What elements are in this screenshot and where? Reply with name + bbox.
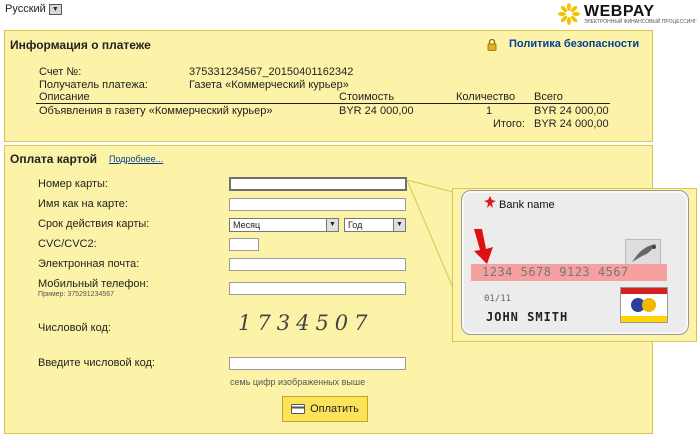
- recipient-value: Газета «Коммерческий курьер»: [189, 79, 349, 91]
- name-on-card-input[interactable]: [229, 198, 406, 211]
- grand-total-label: Итого:: [493, 118, 525, 130]
- webpay-logo: WEBPAY ЭЛЕКТРОННЫЙ ФИНАНСОВЫЙ ПРОЦЕССИНГ: [558, 2, 698, 28]
- captcha-input-label: Введите числовой код:: [38, 357, 155, 369]
- expiry-label: Срок действия карты:: [38, 218, 150, 230]
- card-expiry-example: 01/11: [484, 294, 512, 304]
- email-label: Электронная почта:: [38, 258, 140, 270]
- row-description: Объявления в газету «Коммерческий курьер…: [39, 105, 273, 117]
- lock-icon: [487, 38, 497, 51]
- payment-system-logo: [620, 287, 668, 323]
- language-selector[interactable]: Русский ▼: [5, 3, 62, 15]
- brand-tagline: ЭЛЕКТРОННЫЙ ФИНАНСОВЫЙ ПРОЦЕССИНГ: [584, 19, 697, 25]
- hologram-icon: [625, 239, 661, 265]
- recipient-label: Получатель платежа:: [39, 79, 148, 91]
- chevron-down-icon[interactable]: ▼: [326, 219, 338, 231]
- row-quantity: 1: [486, 105, 493, 117]
- more-info-link[interactable]: Подробнее...: [109, 154, 163, 164]
- card-holder-example: JOHN SMITH: [486, 310, 569, 324]
- cvc-label: CVC/CVC2:: [38, 238, 97, 250]
- arrow-down-icon: [474, 229, 493, 264]
- row-total: BYR 24 000,00: [534, 105, 609, 117]
- security-policy-link[interactable]: Политика безопасности: [509, 38, 639, 50]
- callout-pointer: [406, 179, 454, 289]
- pay-button-label: Оплатить: [310, 403, 359, 415]
- month-selected: Месяц: [233, 220, 261, 230]
- row-price: BYR 24 000,00: [339, 105, 414, 117]
- captcha-image: 1734507: [238, 311, 374, 335]
- phone-label: Мобильный телефон:: [38, 278, 149, 290]
- card-bank-name: Bank name: [499, 199, 555, 211]
- column-header-price: Стоимость: [339, 91, 395, 103]
- column-header-description: Описание: [39, 91, 90, 103]
- chevron-down-icon[interactable]: ▼: [48, 3, 62, 15]
- sun-icon: [558, 3, 580, 25]
- captcha-hint: семь цифр изображенных выше: [230, 377, 366, 387]
- card-number-input[interactable]: [229, 177, 407, 191]
- email-input[interactable]: [229, 258, 406, 271]
- cvc-input[interactable]: [229, 238, 259, 251]
- table-header-divider: [36, 103, 610, 104]
- card-icon: [291, 404, 306, 414]
- phone-hint: Пример: 375291234567: [38, 291, 115, 298]
- expiry-year-select[interactable]: Год ▼: [344, 218, 406, 232]
- captcha-input[interactable]: [229, 357, 406, 370]
- language-label: Русский: [5, 3, 46, 15]
- account-label: Счет №:: [39, 66, 82, 78]
- payment-info-title: Информация о платеже: [10, 38, 151, 52]
- card-number-example: 1234 5678 9123 4567: [482, 265, 629, 279]
- card-payment-title: Оплата картой: [10, 152, 98, 166]
- expiry-month-select[interactable]: Месяц ▼: [229, 218, 339, 232]
- bank-logo-icon: [484, 196, 496, 208]
- pay-button[interactable]: Оплатить: [282, 396, 368, 422]
- year-selected: Год: [348, 220, 363, 230]
- account-value: 375331234567_20150401162342: [189, 66, 354, 78]
- column-header-total: Всего: [534, 91, 563, 103]
- name-on-card-label: Имя как на карте:: [38, 198, 128, 210]
- card-number-label: Номер карты:: [38, 178, 108, 190]
- phone-input[interactable]: [229, 282, 406, 295]
- chevron-down-icon[interactable]: ▼: [393, 219, 405, 231]
- column-header-quantity: Количество: [456, 91, 516, 103]
- captcha-label: Числовой код:: [38, 322, 111, 334]
- grand-total-value: BYR 24 000,00: [534, 118, 609, 130]
